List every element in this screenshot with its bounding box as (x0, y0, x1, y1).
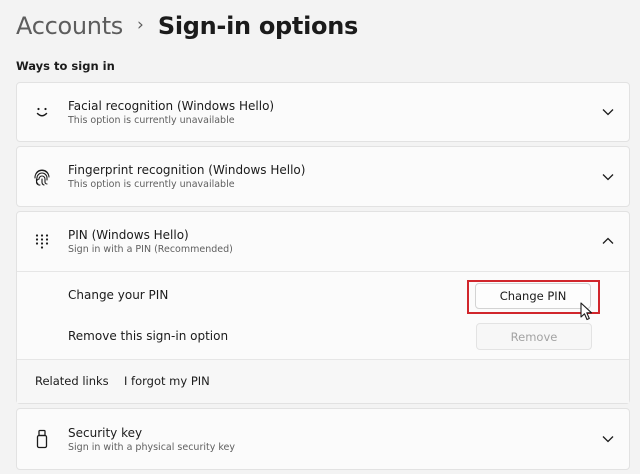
breadcrumb-separator: › (137, 15, 144, 35)
remove-pin-row: Remove this sign-in option Remove (17, 317, 629, 359)
security-key-row[interactable]: Security key Sign in with a physical sec… (17, 409, 629, 469)
change-pin-row: Change your PIN Change PIN (17, 271, 629, 321)
security-key-title: Security key (68, 426, 143, 440)
fingerprint-recognition-row[interactable]: Fingerprint recognition (Windows Hello) … (17, 147, 629, 206)
chevron-down-icon[interactable] (601, 170, 615, 184)
change-pin-label: Change your PIN (68, 288, 169, 302)
settings-page: Accounts › Sign-in options Ways to sign … (0, 0, 640, 474)
pin-title: PIN (Windows Hello) (68, 228, 189, 242)
chevron-down-icon[interactable] (601, 105, 615, 119)
pin-card: PIN (Windows Hello) Sign in with a PIN (… (16, 211, 630, 404)
chevron-down-icon[interactable] (601, 432, 615, 446)
pin-subtitle: Sign in with a PIN (Recommended) (68, 244, 233, 255)
forgot-pin-link[interactable]: I forgot my PIN (124, 374, 210, 388)
security-key-card[interactable]: Security key Sign in with a physical sec… (16, 408, 630, 470)
fingerprint-recognition-card[interactable]: Fingerprint recognition (Windows Hello) … (16, 146, 630, 207)
related-links-label: Related links (35, 374, 109, 388)
breadcrumb-accounts[interactable]: Accounts (16, 12, 123, 40)
fingerprint-recognition-subtitle: This option is currently unavailable (68, 179, 235, 190)
section-label: Ways to sign in (16, 59, 115, 73)
usb-key-icon (31, 428, 53, 450)
chevron-up-icon[interactable] (601, 234, 615, 248)
page-title: Sign-in options (157, 12, 358, 40)
pin-row[interactable]: PIN (Windows Hello) Sign in with a PIN (… (17, 212, 629, 271)
facial-recognition-card[interactable]: Facial recognition (Windows Hello) This … (16, 82, 630, 142)
security-key-subtitle: Sign in with a physical security key (68, 442, 235, 453)
facial-recognition-subtitle: This option is currently unavailable (68, 115, 235, 126)
fingerprint-icon (31, 166, 53, 188)
fingerprint-recognition-title: Fingerprint recognition (Windows Hello) (68, 163, 306, 177)
face-icon (31, 101, 53, 123)
keypad-icon (31, 230, 53, 252)
facial-recognition-row[interactable]: Facial recognition (Windows Hello) This … (17, 83, 629, 141)
related-links-row: Related links I forgot my PIN (17, 359, 629, 403)
facial-recognition-title: Facial recognition (Windows Hello) (68, 99, 275, 113)
remove-pin-label: Remove this sign-in option (68, 329, 229, 343)
breadcrumb: Accounts › Sign-in options (16, 6, 358, 46)
remove-button[interactable]: Remove (476, 323, 592, 350)
